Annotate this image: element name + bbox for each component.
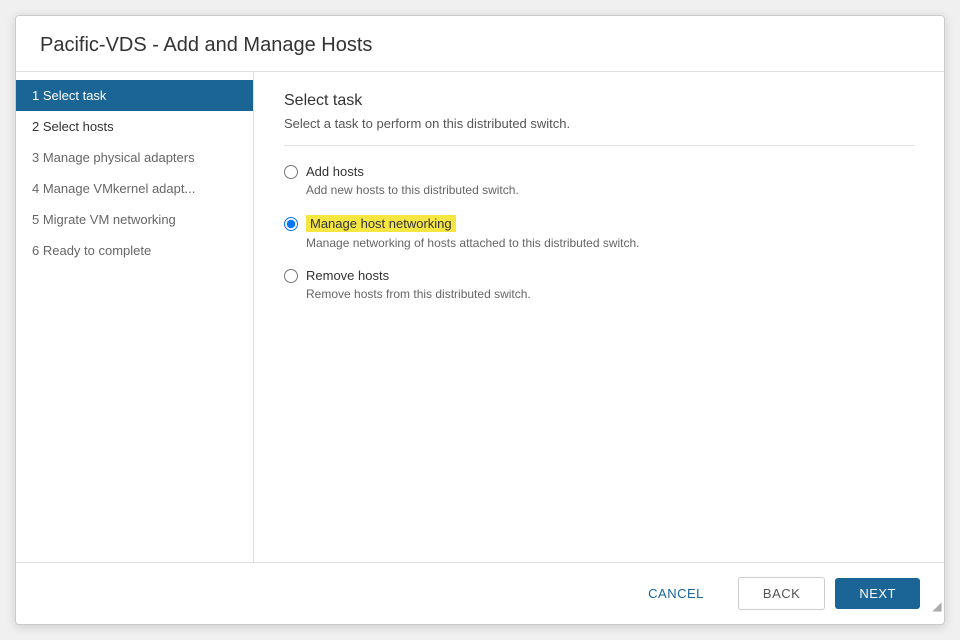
sidebar-item-step1[interactable]: 1 Select task (16, 80, 253, 111)
sidebar-item-step5: 5 Migrate VM networking (16, 204, 253, 235)
sidebar-item-step3: 3 Manage physical adapters (16, 142, 253, 173)
option-group: Add hosts Add new hosts to this distribut… (284, 164, 914, 301)
radio-remove-hosts[interactable] (284, 269, 298, 283)
radio-manage-host-networking[interactable] (284, 217, 298, 231)
section-title: Select task (284, 92, 914, 110)
radio-add-hosts[interactable] (284, 165, 298, 179)
cancel-button[interactable]: CANCEL (624, 578, 728, 609)
option-item-add-hosts: Add hosts Add new hosts to this distribut… (284, 164, 914, 197)
option-label-remove-hosts[interactable]: Remove hosts (284, 268, 914, 283)
dialog-title: Pacific-VDS - Add and Manage Hosts (16, 16, 944, 72)
sidebar-item-step4: 4 Manage VMkernel adapt... (16, 173, 253, 204)
resize-handle[interactable]: ◢ (919, 599, 929, 609)
option-item-manage-host-networking: Manage host networking Manage networking … (284, 215, 914, 250)
option-label-manage-host-networking[interactable]: Manage host networking (284, 215, 914, 232)
section-subtitle: Select a task to perform on this distrib… (284, 116, 914, 146)
option-text-add-hosts: Add hosts (306, 164, 364, 179)
option-label-add-hosts[interactable]: Add hosts (284, 164, 914, 179)
sidebar-item-step2[interactable]: 2 Select hosts (16, 111, 253, 142)
option-desc-add-hosts: Add new hosts to this distributed switch… (306, 183, 914, 197)
dialog: Pacific-VDS - Add and Manage Hosts 1 Sel… (15, 15, 945, 625)
dialog-footer: CANCEL BACK NEXT (16, 562, 944, 624)
option-text-manage-host-networking: Manage host networking (306, 215, 456, 232)
option-text-remove-hosts: Remove hosts (306, 268, 389, 283)
next-button[interactable]: NEXT (835, 578, 920, 609)
option-desc-manage-host-networking: Manage networking of hosts attached to t… (306, 236, 914, 250)
dialog-body: 1 Select task2 Select hosts3 Manage phys… (16, 72, 944, 562)
sidebar-item-step6: 6 Ready to complete (16, 235, 253, 266)
main-content: Select task Select a task to perform on … (254, 72, 944, 562)
option-item-remove-hosts: Remove hosts Remove hosts from this distr… (284, 268, 914, 301)
sidebar: 1 Select task2 Select hosts3 Manage phys… (16, 72, 254, 562)
back-button[interactable]: BACK (738, 577, 825, 610)
option-desc-remove-hosts: Remove hosts from this distributed switc… (306, 287, 914, 301)
